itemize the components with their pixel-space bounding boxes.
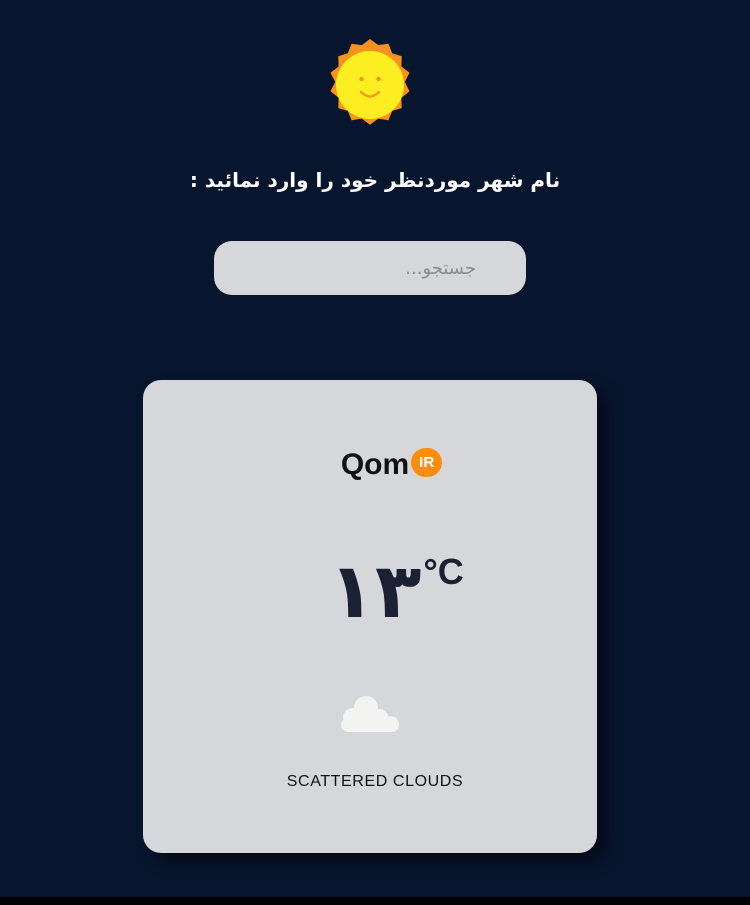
search-input[interactable]: [214, 241, 526, 295]
city-prompt-label: نام شهر موردنظر خود را وارد نمائید :: [189, 168, 561, 192]
city-name: Qom: [340, 448, 410, 481]
bottom-edge: [0, 897, 750, 905]
weather-description: SCATTERED CLOUDS: [286, 773, 464, 790]
city-heading: Qom IR: [0, 448, 750, 482]
country-badge: IR: [411, 448, 443, 477]
temperature-display: ۱۳ °C: [0, 545, 750, 637]
temperature-value: ۱۳: [328, 546, 422, 635]
sun-smiley-icon: [330, 39, 410, 125]
cloud-icon: [341, 696, 399, 732]
temperature-unit: °C: [423, 551, 464, 592]
